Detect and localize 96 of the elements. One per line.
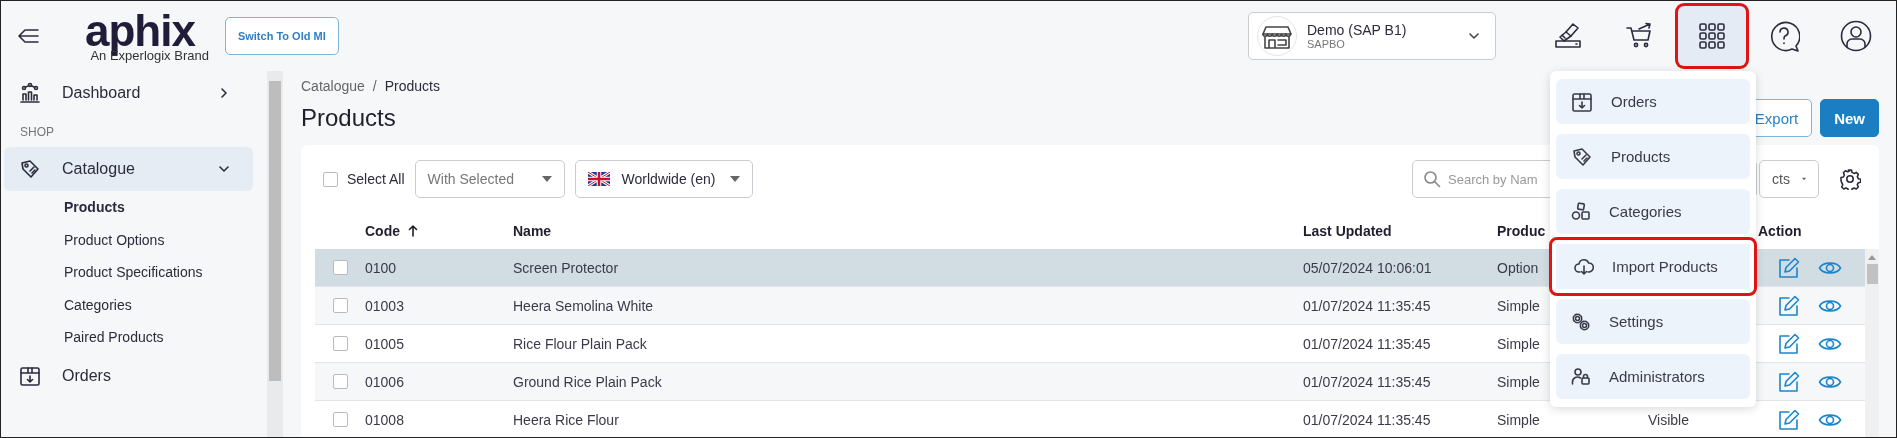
edit-button[interactable] bbox=[1778, 256, 1800, 279]
edit-button[interactable] bbox=[1778, 294, 1800, 317]
column-header: Action bbox=[1758, 223, 1802, 239]
collapse-menu-icon bbox=[17, 27, 39, 45]
table-cell: Simple bbox=[1497, 297, 1540, 314]
breadcrumb-current: Products bbox=[384, 78, 440, 94]
checkbox[interactable] bbox=[332, 260, 348, 275]
checkbox[interactable] bbox=[332, 336, 348, 351]
edit-button[interactable] bbox=[1778, 370, 1800, 393]
table-cell: Ground Rice Plain Pack bbox=[513, 373, 662, 390]
caret-icon bbox=[541, 176, 552, 182]
sidebar-subitem[interactable]: Product Options bbox=[4, 223, 263, 256]
table-cell: 01006 bbox=[365, 373, 404, 390]
column-header[interactable]: Last Updated bbox=[1303, 223, 1392, 239]
checkbox[interactable] bbox=[332, 374, 348, 389]
gears-icon bbox=[1571, 311, 1591, 332]
sidebar-subitem[interactable]: Categories bbox=[4, 288, 263, 321]
sidebar-subitem[interactable]: Paired Products bbox=[4, 321, 263, 354]
box-icon bbox=[19, 364, 41, 387]
store-code: SAPBO bbox=[1307, 38, 1346, 50]
table-cell: Rice Flour Plain Pack bbox=[513, 335, 647, 352]
user-lock-icon bbox=[1571, 366, 1591, 387]
table-cell: 05/07/2024 10:06:01 bbox=[1303, 259, 1432, 276]
sidebar-item[interactable]: Orders bbox=[4, 353, 253, 398]
table-cell: 01005 bbox=[365, 335, 404, 352]
table-cell: 01/07/2024 11:35:45 bbox=[1303, 373, 1431, 390]
bulk-action-dropdown[interactable]: With Selected bbox=[414, 160, 565, 198]
sidebar-subitem[interactable]: Product Specifications bbox=[4, 256, 263, 289]
edit-icon bbox=[1778, 408, 1800, 431]
table-cell: 01008 bbox=[365, 411, 404, 428]
scrollbar[interactable] bbox=[1865, 249, 1879, 437]
new-button[interactable]: New bbox=[1820, 99, 1879, 137]
sidebar-subitem[interactable]: Products bbox=[4, 191, 263, 224]
table-cell: Simple bbox=[1497, 335, 1540, 352]
table-cell: 0100 bbox=[365, 259, 397, 276]
column-header[interactable]: Code bbox=[365, 223, 400, 239]
column-header[interactable]: Name bbox=[513, 223, 552, 239]
scroll-up-icon[interactable] bbox=[1868, 255, 1876, 260]
chart-icon bbox=[19, 82, 41, 104]
section-label: SHOP bbox=[19, 124, 55, 141]
cloud-download-icon bbox=[1574, 256, 1594, 277]
user-icon bbox=[1840, 20, 1872, 52]
table-cell: Screen Protector bbox=[513, 259, 619, 276]
table-cell: 01003 bbox=[365, 297, 404, 314]
scrollbar-thumb[interactable] bbox=[269, 81, 281, 381]
edit-button[interactable] bbox=[1778, 408, 1800, 431]
switch-button[interactable]: Switch To Old MI bbox=[224, 17, 339, 55]
menu-item[interactable]: Products bbox=[1556, 134, 1750, 179]
caret-icon bbox=[729, 176, 740, 182]
menu-item[interactable]: Import Products bbox=[1549, 237, 1757, 296]
scrollbar-thumb[interactable] bbox=[1866, 264, 1878, 284]
checkbox[interactable] bbox=[332, 412, 348, 427]
tag-icon bbox=[1571, 145, 1593, 168]
menu-item[interactable]: Administrators bbox=[1556, 354, 1750, 399]
filter-dropdown[interactable]: cts bbox=[1759, 160, 1819, 198]
blocks-icon bbox=[1571, 201, 1591, 222]
flag-icon bbox=[587, 172, 610, 186]
edit-button[interactable] bbox=[1778, 332, 1800, 355]
caret-icon bbox=[1801, 176, 1806, 182]
table-cell: 01/07/2024 11:35:45 bbox=[1303, 335, 1431, 352]
search-icon bbox=[1423, 170, 1441, 188]
menu-item[interactable]: Settings bbox=[1556, 299, 1750, 344]
page-title: Products bbox=[301, 104, 397, 132]
table-cell: Heera Semolina White bbox=[513, 297, 654, 314]
menu-item[interactable]: Categories bbox=[1556, 189, 1750, 234]
settings-icon bbox=[1839, 168, 1861, 190]
brush-icon bbox=[1553, 21, 1583, 51]
store-name: Demo (SAP B1) bbox=[1307, 22, 1408, 38]
sidebar-item[interactable]: Dashboard bbox=[4, 71, 253, 115]
locale-dropdown[interactable]: Worldwide (en) bbox=[574, 160, 753, 198]
help-icon bbox=[1768, 20, 1800, 52]
column-header[interactable]: Produc bbox=[1497, 223, 1546, 239]
sidebar-item[interactable]: Catalogue bbox=[4, 147, 253, 191]
checkbox[interactable] bbox=[332, 298, 348, 313]
table-cell: Simple bbox=[1497, 373, 1540, 390]
menu-item[interactable]: Orders bbox=[1556, 79, 1750, 124]
box-icon bbox=[1571, 90, 1593, 113]
apps-button[interactable] bbox=[1678, 6, 1746, 66]
edit-icon bbox=[1778, 256, 1800, 279]
apps-grid-icon bbox=[1699, 23, 1725, 49]
store-selector[interactable]: Demo (SAP B1) SAPBO bbox=[1248, 12, 1496, 60]
table-cell: Heera Rice Flour bbox=[513, 411, 619, 428]
table-cell: Visible bbox=[1648, 411, 1689, 428]
edit-icon bbox=[1778, 332, 1800, 355]
table-cell: Option bbox=[1497, 259, 1539, 276]
scrollbar[interactable] bbox=[267, 71, 283, 437]
checkbox-label: Select All bbox=[347, 171, 405, 187]
checkbox[interactable] bbox=[323, 171, 338, 187]
table-cell: Simple bbox=[1497, 411, 1540, 428]
tag-icon bbox=[19, 158, 41, 180]
table-cell: 01/07/2024 11:35:45 bbox=[1303, 411, 1431, 428]
edit-icon bbox=[1778, 370, 1800, 393]
breadcrumb-link[interactable]: Catalogue bbox=[301, 78, 365, 94]
breadcrumb-separator: / bbox=[372, 78, 377, 94]
table-cell: 01/07/2024 11:35:45 bbox=[1303, 297, 1431, 314]
edit-icon bbox=[1778, 294, 1800, 317]
